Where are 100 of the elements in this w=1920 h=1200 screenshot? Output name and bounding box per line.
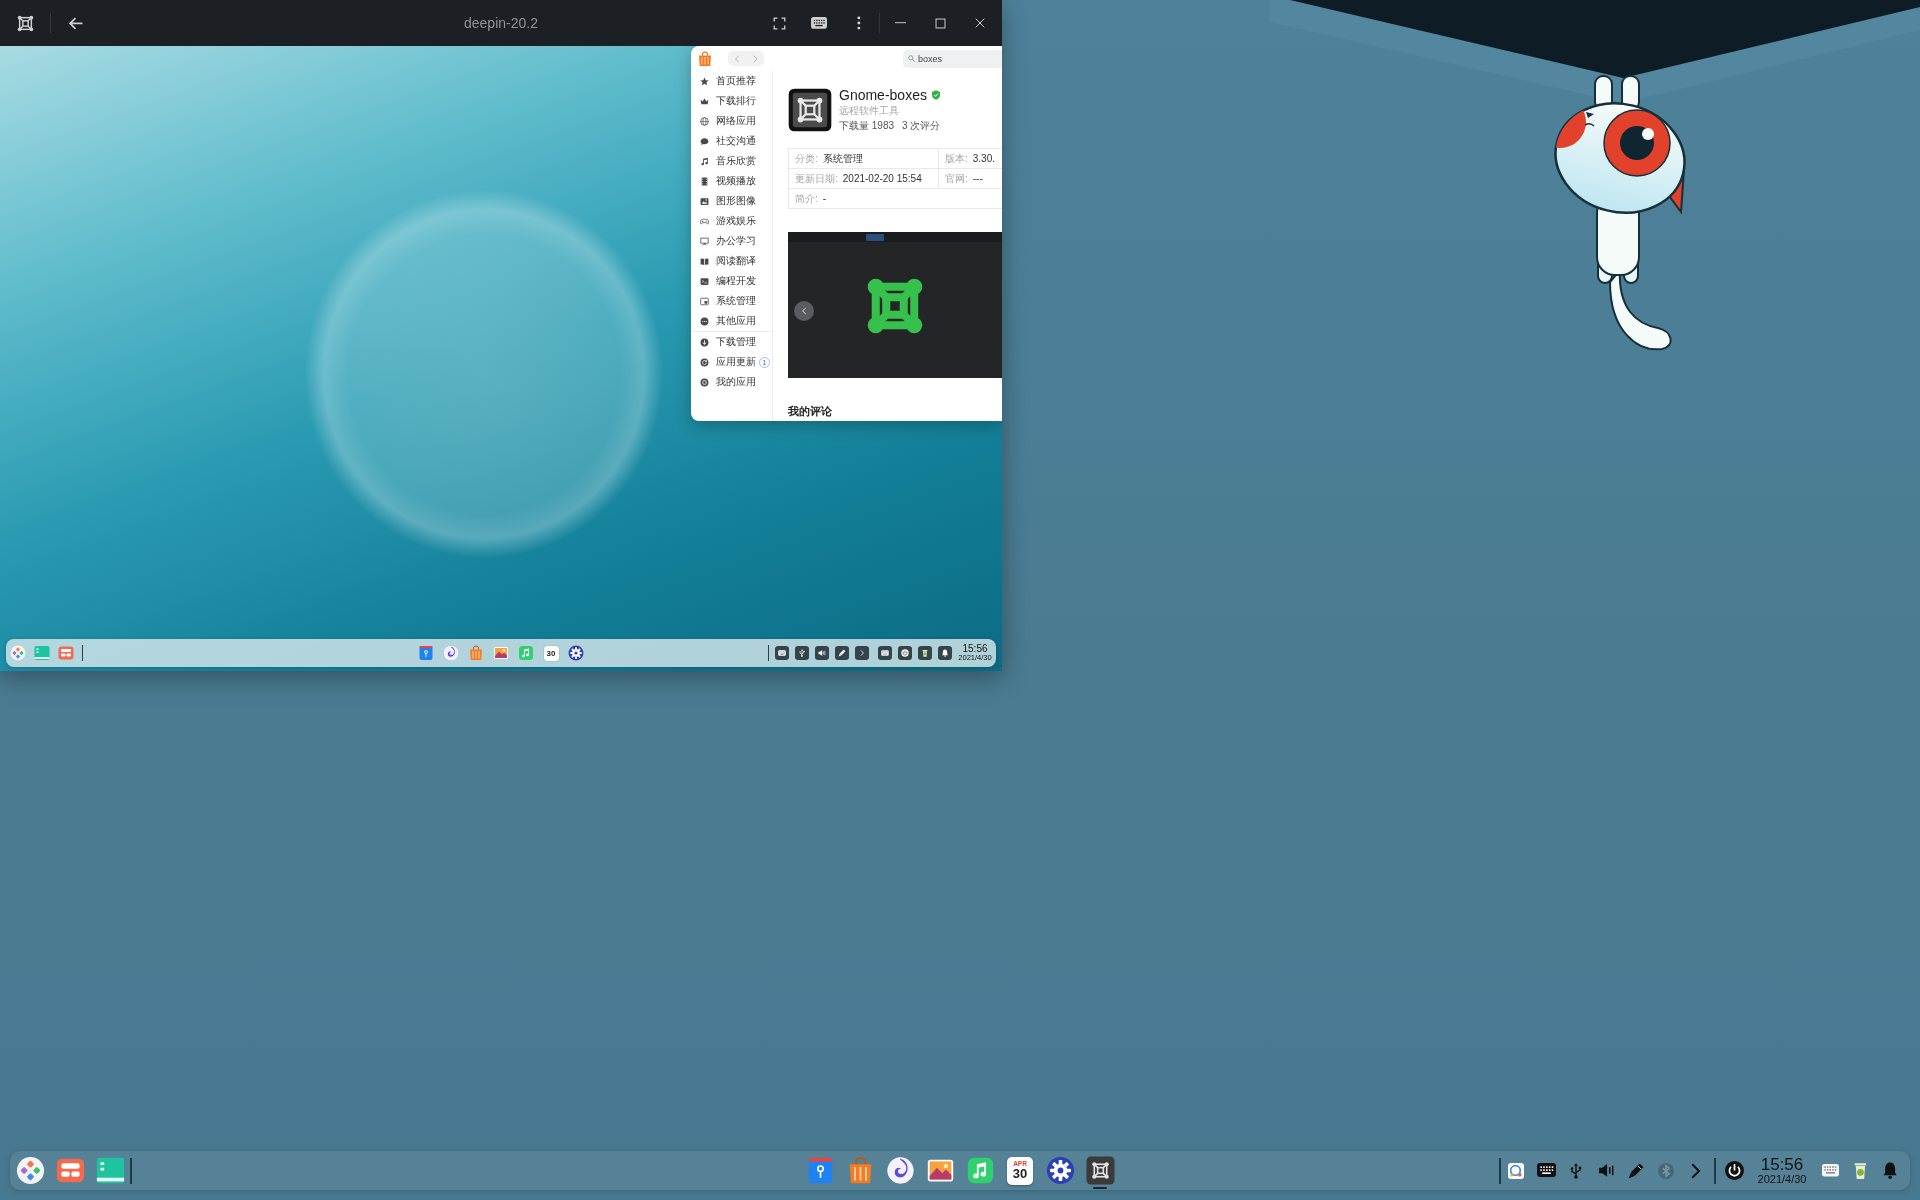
calendar-day: 30: [1012, 1167, 1028, 1181]
window-icon: [700, 296, 709, 306]
minimize-icon[interactable]: [894, 22, 906, 24]
keyboard-icon[interactable]: [878, 646, 892, 660]
section-heading: 我的评论: [788, 404, 833, 419]
sidebar-item[interactable]: 我的应用: [691, 373, 758, 391]
field-label: 分类:: [795, 151, 818, 166]
book-icon: [700, 256, 709, 266]
tiles-icon[interactable]: [58, 645, 74, 661]
sidebar-item[interactable]: 编程开发: [691, 272, 758, 290]
search-icon: [908, 55, 915, 62]
volume-icon[interactable]: [815, 646, 829, 660]
terminal-icon: [700, 276, 709, 286]
sidebar-item[interactable]: 音乐欣赏: [691, 152, 758, 170]
sidebar-item[interactable]: 游戏娱乐: [691, 212, 758, 230]
shopping-bag-icon: [697, 50, 713, 67]
music-note-icon[interactable]: [965, 1156, 995, 1185]
field-value: 系统管理: [822, 151, 863, 166]
volume-icon[interactable]: [1598, 1163, 1614, 1178]
field-value: ---: [972, 173, 983, 184]
key-tile-icon[interactable]: [418, 645, 434, 661]
sidebar-item[interactable]: 办公学习: [691, 232, 758, 250]
crown-icon: [700, 96, 709, 106]
field-label: 官网:: [945, 171, 968, 186]
window-title: deepin-20.2: [464, 15, 538, 31]
search-field[interactable]: boxes: [903, 49, 1002, 68]
square-frame-icon: [788, 88, 832, 132]
swirl-icon[interactable]: [443, 645, 459, 661]
fullscreen-icon[interactable]: [772, 16, 786, 30]
square-frame-icon[interactable]: [1085, 1156, 1115, 1185]
maximize-icon[interactable]: [934, 17, 946, 29]
field-value: 2021-02-20 15:54: [842, 173, 922, 184]
pen-icon[interactable]: [1628, 1162, 1644, 1179]
swirl-icon[interactable]: [885, 1156, 915, 1185]
sidebar-item[interactable]: 应用更新: [691, 353, 758, 371]
more-icon[interactable]: [857, 16, 861, 30]
trash-icon[interactable]: [918, 646, 932, 660]
app-name: Gnome-boxes: [839, 87, 927, 103]
speech-bubble-icon: [700, 136, 709, 146]
field-label: 版本:: [945, 151, 968, 166]
ring-tile-icon[interactable]: [1508, 1162, 1524, 1179]
arrow-left-icon[interactable]: [69, 16, 83, 30]
sidebar-item[interactable]: 网络应用: [691, 112, 758, 130]
sidebar-item[interactable]: 系统管理: [691, 292, 758, 310]
power-icon[interactable]: [1724, 1161, 1744, 1180]
power-icon[interactable]: [898, 646, 912, 660]
launcher-icon[interactable]: [10, 645, 26, 661]
field-value: -: [822, 193, 827, 204]
keyboard-icon[interactable]: [775, 646, 789, 660]
app-category: 远程软件工具: [839, 104, 900, 118]
square-frame-icon: [867, 278, 923, 334]
trash-icon[interactable]: [1853, 1162, 1867, 1179]
tiles-icon[interactable]: [55, 1156, 85, 1185]
highlight-bar: [866, 233, 884, 241]
easel-icon: [700, 236, 709, 246]
chevron-right-icon: [752, 54, 758, 63]
usb-icon[interactable]: [795, 646, 809, 660]
chevron-right-icon[interactable]: [1691, 1162, 1701, 1179]
film-icon: [700, 176, 709, 186]
bell-icon[interactable]: [938, 646, 952, 660]
sidebar-item[interactable]: 阅读翻译: [691, 252, 758, 270]
sidebar-item[interactable]: 社交沟通: [691, 132, 758, 150]
refresh-icon: [700, 357, 709, 367]
chevron-left-icon: [801, 307, 807, 315]
download-count: 下载量 1983: [839, 119, 895, 133]
box-circle-icon: [700, 377, 709, 387]
sidebar-item[interactable]: 首页推荐: [691, 72, 758, 90]
clock-time: 15:56: [1760, 1156, 1804, 1174]
sidebar-item[interactable]: 视频播放: [691, 172, 758, 190]
sidebar-item[interactable]: 下载排行: [691, 92, 758, 110]
field-value: 3.30.: [972, 153, 996, 164]
sidebar-item[interactable]: 其他应用: [691, 312, 758, 330]
sidebar-item[interactable]: 图形图像: [691, 192, 758, 210]
gear-icon[interactable]: [568, 645, 584, 661]
pen-icon[interactable]: [835, 646, 849, 660]
clock-time: 15:56: [962, 644, 988, 655]
close-icon[interactable]: [975, 18, 985, 28]
rating-count: 3 次评分: [902, 119, 941, 133]
sidebar-item[interactable]: 下载管理: [691, 333, 758, 351]
star-icon: [700, 76, 709, 86]
field-label: 简介:: [795, 191, 818, 206]
music-note-icon: [700, 156, 709, 166]
gamepad-icon: [700, 216, 709, 226]
picture-icon[interactable]: [493, 645, 509, 661]
chevron-left-icon: [734, 54, 740, 63]
keyboard-icon[interactable]: [1536, 1163, 1556, 1178]
field-label: 更新日期:: [795, 171, 838, 186]
dots-circle-icon: [700, 316, 709, 326]
launcher-icon[interactable]: [15, 1156, 45, 1185]
square-frame-icon[interactable]: [16, 14, 34, 32]
chevron-right-icon[interactable]: [855, 646, 869, 660]
previous-button[interactable]: [794, 301, 814, 321]
usb-icon[interactable]: [1570, 1162, 1582, 1179]
download-icon: [700, 337, 709, 347]
panel-icon[interactable]: [95, 1156, 125, 1185]
bell-icon[interactable]: [1882, 1162, 1898, 1179]
picture-icon: [700, 196, 709, 206]
globe-icon: [700, 116, 709, 126]
gear-icon[interactable]: [1045, 1156, 1075, 1185]
clock-date: 2021/4/30: [1757, 1173, 1807, 1185]
